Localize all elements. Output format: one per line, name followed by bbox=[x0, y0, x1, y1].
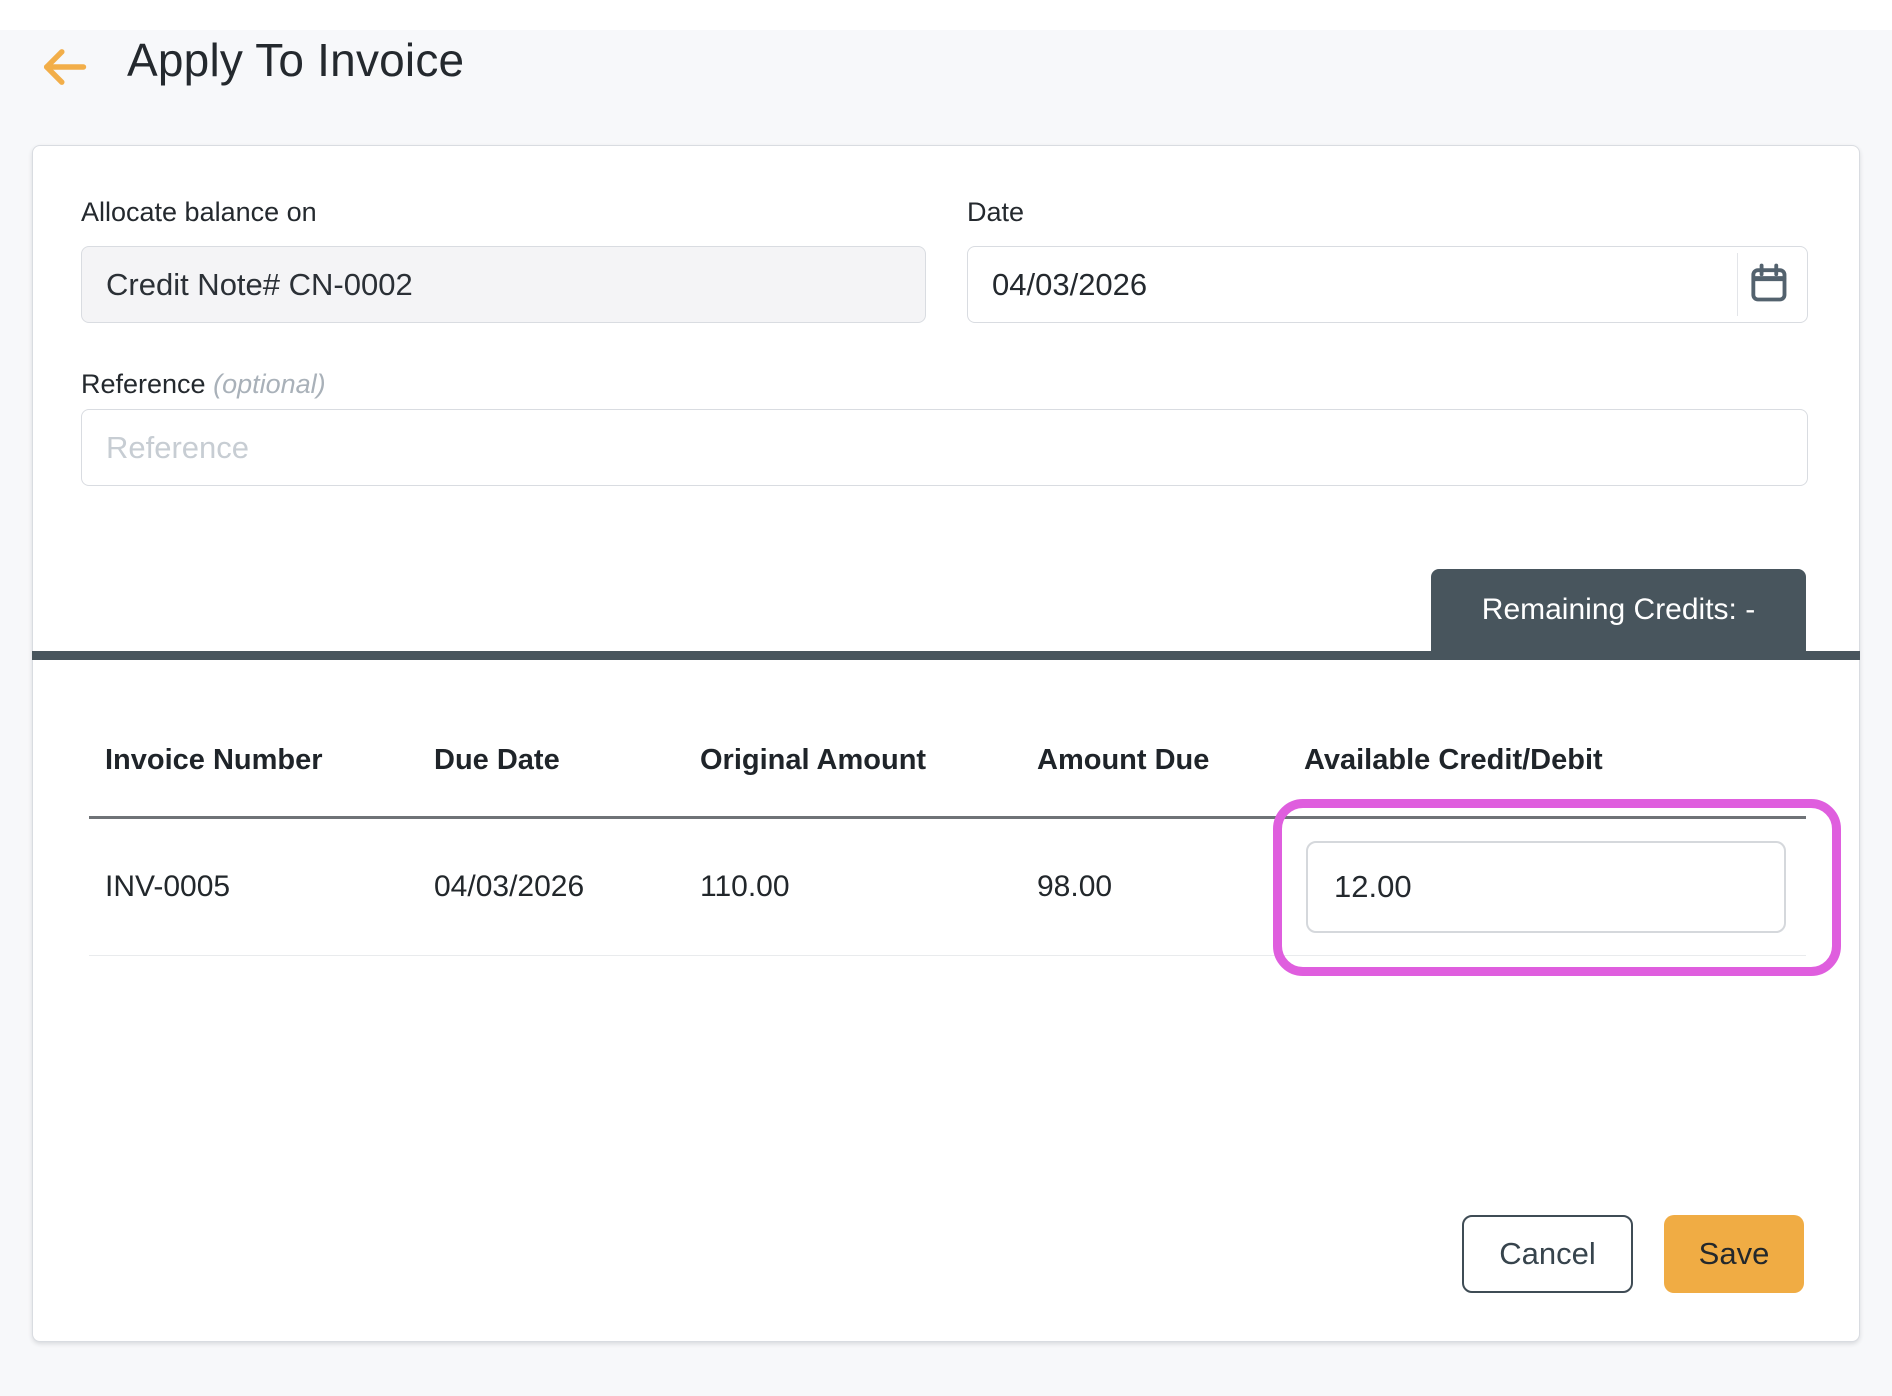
col-header-available-credit: Available Credit/Debit bbox=[1304, 743, 1603, 776]
allocate-balance-input[interactable] bbox=[81, 246, 926, 323]
calendar-icon bbox=[1746, 261, 1790, 308]
remaining-credits-badge: Remaining Credits: - bbox=[1431, 569, 1806, 651]
reference-optional-hint: (optional) bbox=[213, 369, 326, 399]
date-field bbox=[967, 246, 1808, 323]
reference-input[interactable] bbox=[81, 409, 1808, 486]
reference-label: Reference (optional) bbox=[81, 368, 326, 400]
calendar-button[interactable] bbox=[1740, 246, 1796, 323]
date-input-separator bbox=[1737, 253, 1738, 316]
page-title: Apply To Invoice bbox=[127, 34, 465, 86]
section-divider bbox=[32, 651, 1860, 660]
available-credit-input[interactable] bbox=[1306, 841, 1786, 933]
back-button[interactable] bbox=[36, 40, 92, 96]
cell-due-date: 04/03/2026 bbox=[434, 870, 585, 903]
col-header-amount-due: Amount Due bbox=[1037, 743, 1210, 776]
save-button[interactable]: Save bbox=[1664, 1215, 1804, 1293]
arrow-left-icon bbox=[38, 48, 90, 96]
reference-label-text: Reference bbox=[81, 369, 206, 399]
apply-to-invoice-card: Allocate balance on Date Reference (opti… bbox=[32, 145, 1860, 1342]
col-header-original-amount: Original Amount bbox=[700, 743, 927, 776]
cell-available-credit bbox=[1304, 841, 1806, 933]
invoice-table-header-row: Invoice Number Due Date Original Amount … bbox=[89, 738, 1806, 782]
top-strip bbox=[0, 0, 1892, 30]
cell-amount-due: 98.00 bbox=[1037, 870, 1113, 903]
allocate-balance-label: Allocate balance on bbox=[81, 197, 317, 227]
cancel-button[interactable]: Cancel bbox=[1462, 1215, 1633, 1293]
col-header-due-date: Due Date bbox=[434, 743, 560, 776]
cell-original-amount: 110.00 bbox=[700, 870, 790, 903]
col-header-invoice-number: Invoice Number bbox=[105, 743, 323, 776]
table-row: INV-0005 04/03/2026 110.00 98.00 bbox=[89, 819, 1806, 956]
page-header: Apply To Invoice bbox=[0, 30, 1892, 140]
date-input[interactable] bbox=[967, 246, 1808, 323]
date-label: Date bbox=[967, 197, 1025, 227]
cell-invoice-number: INV-0005 bbox=[105, 870, 231, 903]
invoice-table: Invoice Number Due Date Original Amount … bbox=[89, 738, 1806, 956]
